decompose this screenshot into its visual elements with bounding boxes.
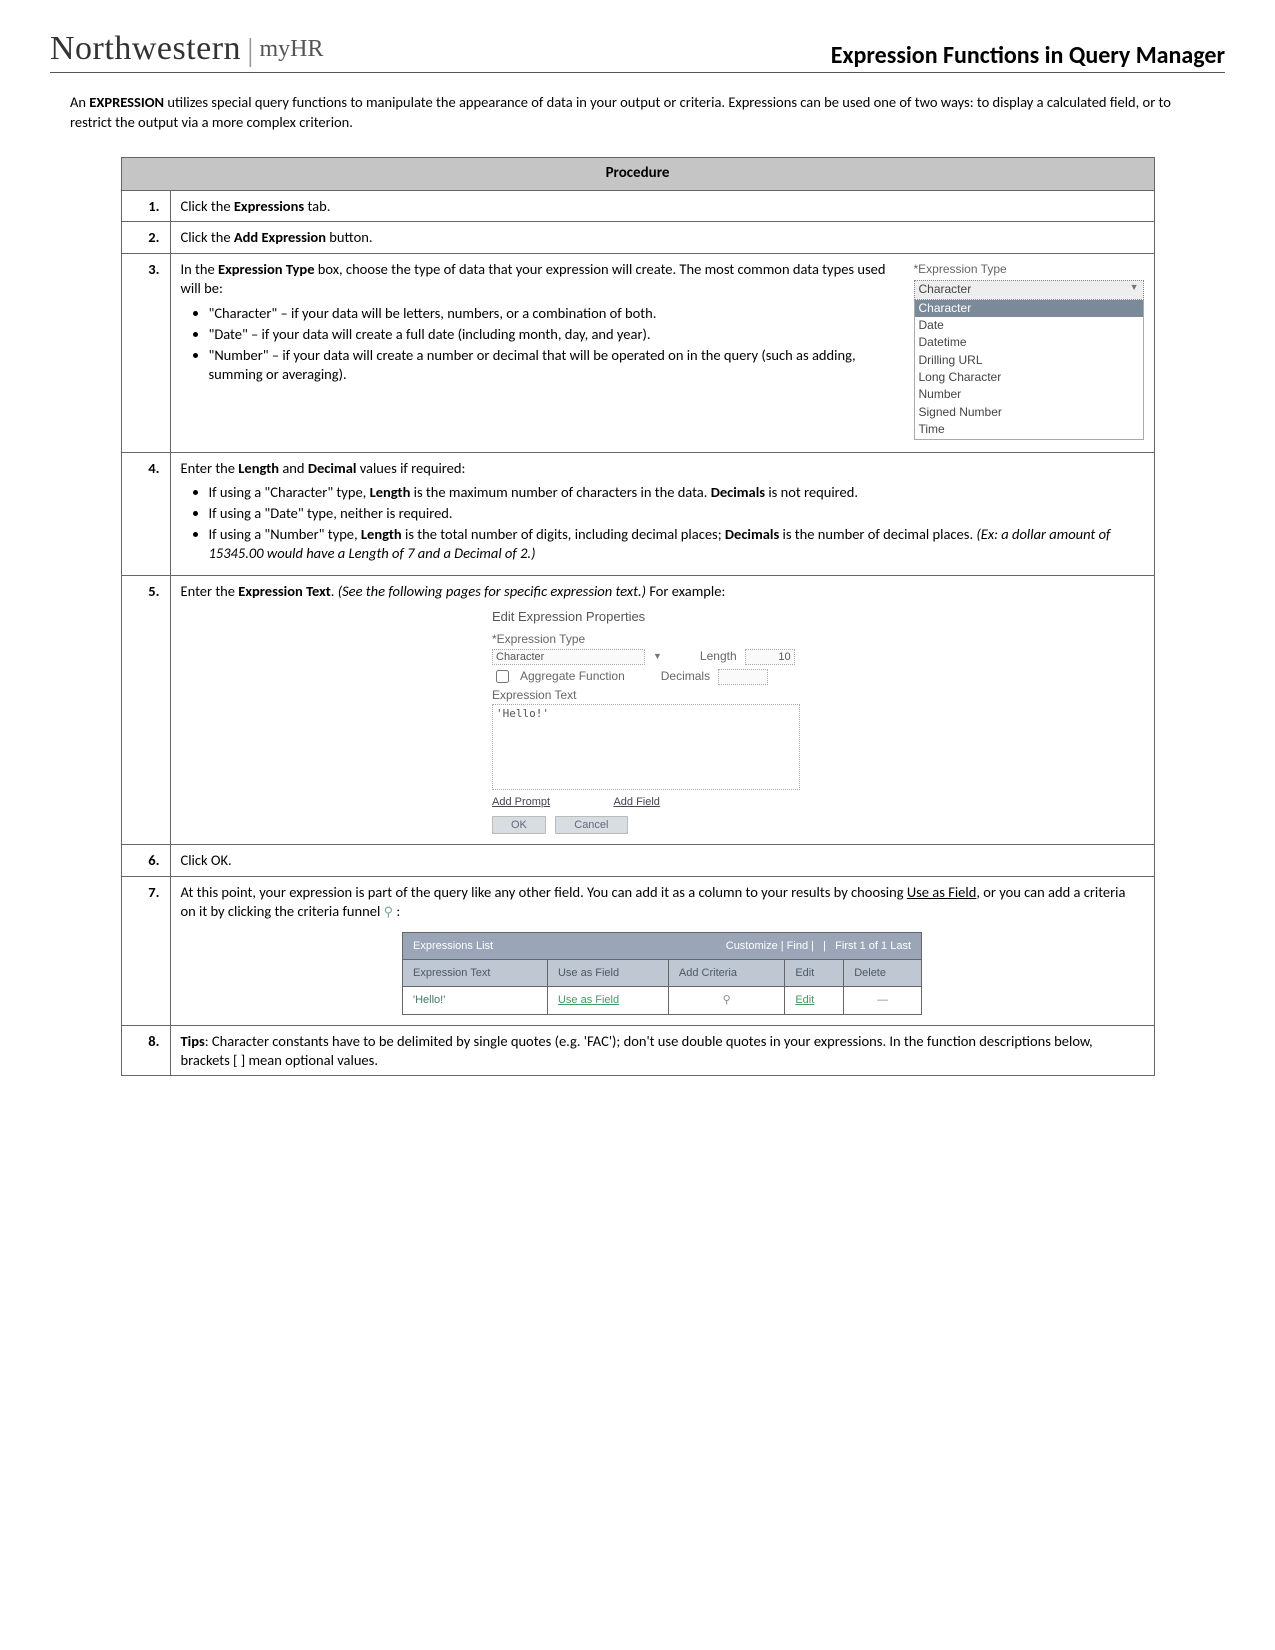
step-2: Click the Add Expression button. xyxy=(170,222,1154,254)
step-6: Click OK. xyxy=(170,845,1154,877)
step-8: Tips: Character constants have to be del… xyxy=(170,1025,1154,1076)
dropdown-list[interactable]: Character Date Datetime Drilling URL Lon… xyxy=(914,300,1144,440)
col-header: Add Criteria xyxy=(668,960,784,987)
step-4: Enter the Length and Decimal values if r… xyxy=(170,452,1154,575)
funnel-icon[interactable]: ⚲ xyxy=(723,994,731,1006)
expression-text-cell: 'Hello!' xyxy=(403,987,548,1014)
step-3: *Expression Type Character ▼ Character D… xyxy=(170,254,1154,452)
procedure-header: Procedure xyxy=(121,158,1154,191)
dropdown-selected[interactable]: Character ▼ xyxy=(914,280,1144,300)
col-header: Edit xyxy=(785,960,844,987)
expression-type-input[interactable] xyxy=(492,649,645,665)
expressions-list-figure: Expressions List Customize | Find | | Fi… xyxy=(402,932,922,1015)
step-1: Click the Expressions tab. xyxy=(170,190,1154,222)
aggregate-label: Aggregate Function xyxy=(520,669,625,685)
ok-button[interactable]: OK xyxy=(492,816,546,834)
dropdown-option[interactable]: Character xyxy=(915,300,1143,317)
table-row: 4. Enter the Length and Decimal values i… xyxy=(121,452,1154,575)
expression-type-dropdown-figure: *Expression Type Character ▼ Character D… xyxy=(914,262,1144,439)
expression-text-label: Expression Text xyxy=(492,688,832,704)
page-header: Northwestern | myHR Expression Functions… xyxy=(50,30,1225,73)
brand-separator: | xyxy=(247,31,253,68)
dropdown-label: *Expression Type xyxy=(914,262,1144,278)
table-row: 5. Enter the Expression Text. (See the f… xyxy=(121,575,1154,844)
decimals-label: Decimals xyxy=(661,669,710,685)
table-row: 8. Tips: Character constants have to be … xyxy=(121,1025,1154,1076)
step-5: Enter the Expression Text. (See the foll… xyxy=(170,575,1154,844)
dropdown-option[interactable]: Date xyxy=(915,317,1143,334)
dropdown-option[interactable]: Datetime xyxy=(915,334,1143,351)
brand-sub: myHR xyxy=(259,36,323,63)
table-row: 3. *Expression Type Character ▼ Characte… xyxy=(121,254,1154,452)
brand-main: Northwestern xyxy=(50,30,241,68)
dropdown-option[interactable]: Number xyxy=(915,386,1143,403)
dropdown-option[interactable]: Time xyxy=(915,421,1143,438)
col-header: Use as Field xyxy=(547,960,668,987)
dropdown-option[interactable]: Signed Number xyxy=(915,404,1143,421)
use-as-field-link[interactable]: Use as Field xyxy=(558,994,619,1006)
cancel-button[interactable]: Cancel xyxy=(555,816,627,834)
length-label: Length xyxy=(700,649,737,665)
funnel-icon[interactable]: ⚲ xyxy=(384,905,394,920)
edit-expression-figure: Edit Expression Properties *Expression T… xyxy=(492,609,832,835)
brand-logo: Northwestern | myHR xyxy=(50,30,323,68)
col-header: Delete xyxy=(844,960,922,987)
edit-link[interactable]: Edit xyxy=(795,994,814,1006)
col-header: Expression Text xyxy=(403,960,548,987)
intro-paragraph: An EXPRESSION utilizes special query fun… xyxy=(70,93,1205,132)
aggregate-checkbox[interactable] xyxy=(496,670,509,683)
expression-text-input[interactable] xyxy=(492,704,800,790)
add-field-link[interactable]: Add Field xyxy=(613,796,659,808)
length-input[interactable] xyxy=(745,649,795,665)
table-row: 2. Click the Add Expression button. xyxy=(121,222,1154,254)
table-row: 1. Click the Expressions tab. xyxy=(121,190,1154,222)
chevron-down-icon: ▼ xyxy=(1130,282,1139,298)
table-row: 7. At this point, your expression is par… xyxy=(121,877,1154,1026)
list-item: If using a "Number" type, Length is the … xyxy=(209,525,1144,563)
page-title: Expression Functions in Query Manager xyxy=(831,44,1225,68)
step-7: At this point, your expression is part o… xyxy=(170,877,1154,1026)
list-item: If using a "Character" type, Length is t… xyxy=(209,483,1144,502)
delete-icon[interactable]: — xyxy=(877,994,888,1006)
table-row: 6. Click OK. xyxy=(121,845,1154,877)
dropdown-option[interactable]: Drilling URL xyxy=(915,352,1143,369)
list-item: If using a "Date" type, neither is requi… xyxy=(209,504,1144,523)
figure-title: Edit Expression Properties xyxy=(492,609,832,626)
chevron-down-icon[interactable]: ▼ xyxy=(653,651,662,663)
type-label: *Expression Type xyxy=(492,632,832,648)
procedure-table: Procedure 1. Click the Expressions tab. … xyxy=(121,157,1155,1076)
decimals-input[interactable] xyxy=(718,669,768,685)
dropdown-option[interactable]: Long Character xyxy=(915,369,1143,386)
list-title-bar: Expressions List Customize | Find | | Fi… xyxy=(403,932,922,959)
use-as-field-link[interactable]: Use as Field xyxy=(907,883,977,901)
add-prompt-link[interactable]: Add Prompt xyxy=(492,796,550,808)
